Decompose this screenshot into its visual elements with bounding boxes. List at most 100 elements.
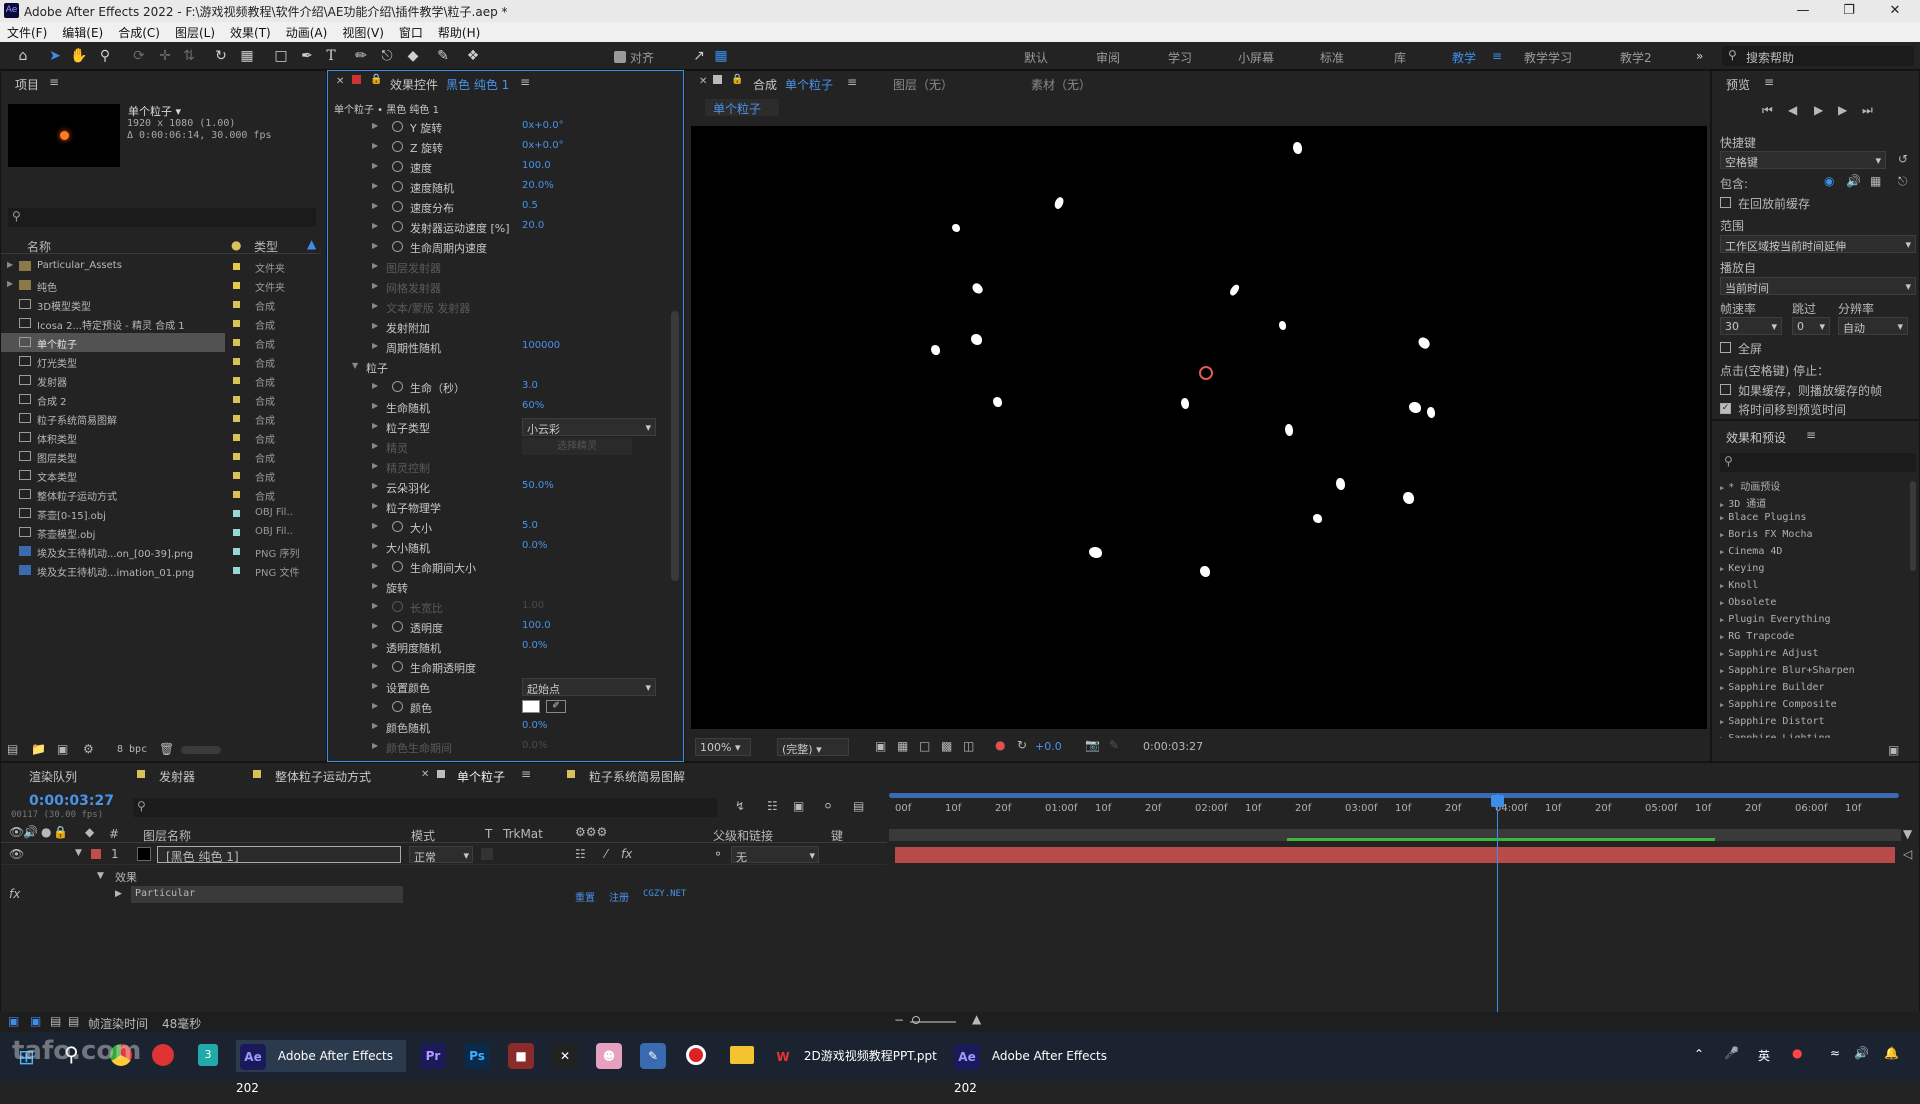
effects-category-item[interactable]: ▶ Boris FX Mocha <box>1720 529 1908 546</box>
effect-property-row[interactable]: ▶ 粒子类型 小云彩 ▾ <box>328 417 668 437</box>
chevron-right-icon[interactable]: ▶ <box>372 241 378 250</box>
effect-property-value[interactable]: 0.0% <box>522 720 547 731</box>
chevron-right-icon[interactable]: ▶ <box>372 561 378 570</box>
effect-property-row[interactable]: ▶ 大小随机 0.0% <box>328 537 668 557</box>
cgzy-link[interactable]: CGZY.NET <box>643 889 686 899</box>
exposure-value[interactable]: +0.0 <box>1035 740 1062 753</box>
menu-window[interactable]: 窗口 <box>392 22 431 41</box>
orbit-tool-icon[interactable]: ⟳ <box>130 47 148 65</box>
new-folder-icon[interactable]: 📁 <box>31 742 46 756</box>
ime-indicator[interactable]: 英 <box>1758 1047 1770 1064</box>
label-swatch[interactable] <box>233 529 240 536</box>
new-preset-icon[interactable]: ▣ <box>1888 743 1899 757</box>
layer-name-box[interactable]: [黑色 纯色 1] <box>157 846 401 864</box>
layer-duration-bar[interactable] <box>895 847 1895 863</box>
snapshot-icon[interactable]: 📷 <box>1085 738 1100 752</box>
close-tab-icon[interactable]: ✕ <box>336 76 344 87</box>
project-item[interactable]: 茶壶[0-15].obj <box>1 504 225 523</box>
zoom-out-icon[interactable]: − <box>894 1013 904 1027</box>
label-swatch[interactable] <box>233 434 240 441</box>
effects-presets-tab[interactable]: 效果和预设 <box>1726 429 1786 446</box>
effect-property-row[interactable]: ▶ 颜色生命期间 0.0% <box>328 737 668 757</box>
range-dropdown[interactable]: 工作区域按当前时间延伸 ▾ <box>1720 235 1916 253</box>
effect-property-dropdown[interactable]: 起始点 ▾ <box>522 678 656 696</box>
effect-property-value[interactable]: 0.0% <box>522 640 547 651</box>
playhead-handle[interactable] <box>1491 795 1504 807</box>
tab-single-particle[interactable]: 单个粒子 <box>457 768 505 785</box>
project-item[interactable]: 图层类型 <box>1 447 225 466</box>
puppet-pin-icon[interactable]: ❖ <box>464 47 482 65</box>
workspace-default[interactable]: 默认 <box>1024 49 1048 66</box>
label-swatch[interactable] <box>233 377 240 384</box>
label-swatch[interactable] <box>233 263 240 270</box>
effect-property-row[interactable]: ▶ 文本/蒙版 发射器 <box>328 297 668 317</box>
ep-scrollbar[interactable] <box>1910 481 1916 571</box>
menu-help[interactable]: 帮助(H) <box>431 22 488 41</box>
lock-icon[interactable] <box>352 75 361 84</box>
stopwatch-icon[interactable] <box>392 701 403 712</box>
workspace-teaching2[interactable]: 教学2 <box>1620 49 1652 66</box>
chevron-right-icon[interactable]: ▶ <box>372 381 378 390</box>
effect-property-value[interactable]: 0.0% <box>522 740 547 751</box>
menu-layer[interactable]: 图层(L) <box>168 22 223 41</box>
effects-category-item[interactable]: ▶ Blace Plugins <box>1720 512 1908 529</box>
premiere-icon[interactable]: Pr <box>420 1043 446 1069</box>
col-trkmat[interactable]: TrkMat <box>503 827 543 841</box>
expand-arrow-icon[interactable]: ▼ <box>97 871 104 881</box>
chevron-right-icon[interactable]: ▶ <box>372 581 378 590</box>
effect-property-value[interactable]: 0.5 <box>522 200 538 211</box>
footage-viewer-tab[interactable]: 素材（无） <box>1031 76 1091 93</box>
3d-view-icon[interactable]: ▩ <box>941 739 952 753</box>
snap-options-icon[interactable]: ↗ <box>690 47 708 65</box>
visibility-col-icon[interactable]: 👁 <box>9 825 24 839</box>
effect-property-row[interactable]: ▶ 周期性随机 100000 <box>328 337 668 357</box>
close-tab-icon[interactable]: ✕ <box>699 76 707 87</box>
reset-link[interactable]: 重置 <box>575 889 595 904</box>
reset-shortcut-icon[interactable]: ↺ <box>1898 152 1908 166</box>
shy-layers-icon[interactable]: ▣ <box>793 799 804 813</box>
effect-property-row[interactable]: ▶ 网格发射器 <box>328 277 668 297</box>
col-type[interactable]: 类型 <box>254 238 278 255</box>
menu-edit[interactable]: 编辑(E) <box>55 22 111 41</box>
file-explorer-icon[interactable] <box>730 1046 754 1064</box>
taskbar-ae-1[interactable]: Ae Adobe After Effects 202 <box>236 1040 406 1095</box>
workspace-library[interactable]: 库 <box>1394 49 1406 66</box>
effect-property-row[interactable]: ▶ 精灵 选择精灵 <box>328 437 668 457</box>
prev-frame-icon[interactable]: ◀ <box>1788 103 1797 117</box>
chevron-right-icon[interactable]: ▶ <box>372 201 378 210</box>
workspace-learn[interactable]: 学习 <box>1168 49 1192 66</box>
chevron-right-icon[interactable]: ▶ <box>372 441 378 450</box>
effect-property-value[interactable]: 1.00 <box>522 600 544 611</box>
label-col-icon[interactable]: ◆ <box>85 825 94 839</box>
move-time-checkbox[interactable]: ✓ <box>1720 403 1731 414</box>
label-swatch[interactable] <box>233 567 240 574</box>
effect-property-value[interactable]: 100.0 <box>522 160 551 171</box>
project-item[interactable]: ▶ Particular_Assets <box>1 257 225 276</box>
home-icon[interactable]: ⌂ <box>14 47 32 65</box>
notification-icon[interactable]: 🔔 <box>1884 1046 1899 1060</box>
include-audio-icon[interactable]: 🔊 <box>1846 174 1861 188</box>
tab-render-queue[interactable]: 渲染队列 <box>29 768 77 785</box>
solo-col-icon[interactable]: ● <box>41 825 51 839</box>
chevron-right-icon[interactable]: ▶ <box>372 481 378 490</box>
mode-dropdown[interactable]: 正常 ▾ <box>409 846 473 864</box>
clone-stamp-icon[interactable]: ⎋ <box>378 47 396 65</box>
snap-grid-icon[interactable]: ▦ <box>712 47 730 65</box>
stopwatch-icon[interactable] <box>392 621 403 632</box>
first-frame-icon[interactable]: ⏮ <box>1762 103 1773 118</box>
effect-property-row[interactable]: ▶ 生命周期内速度 <box>328 237 668 257</box>
minimize-button[interactable]: — <box>1780 0 1826 22</box>
label-swatch[interactable] <box>233 472 240 479</box>
panel-menu-icon[interactable]: ≡ <box>49 75 59 89</box>
toggle-stretch-icon[interactable]: ▤ <box>68 1014 79 1028</box>
play-from-dropdown[interactable]: 当前时间 ▾ <box>1720 277 1916 295</box>
region-of-interest-icon[interactable]: □ <box>919 739 930 753</box>
effects-category-item[interactable]: ▶ Cinema 4D <box>1720 546 1908 563</box>
label-icon[interactable]: ● <box>231 238 241 252</box>
tab-emitter[interactable]: 发射器 <box>159 768 195 785</box>
project-item[interactable]: 灯光类型 <box>1 352 225 371</box>
label-swatch[interactable] <box>233 510 240 517</box>
project-item[interactable]: 文本类型 <box>1 466 225 485</box>
last-frame-icon[interactable]: ⏭ <box>1862 103 1873 118</box>
photoshop-icon[interactable]: Ps <box>464 1043 490 1069</box>
